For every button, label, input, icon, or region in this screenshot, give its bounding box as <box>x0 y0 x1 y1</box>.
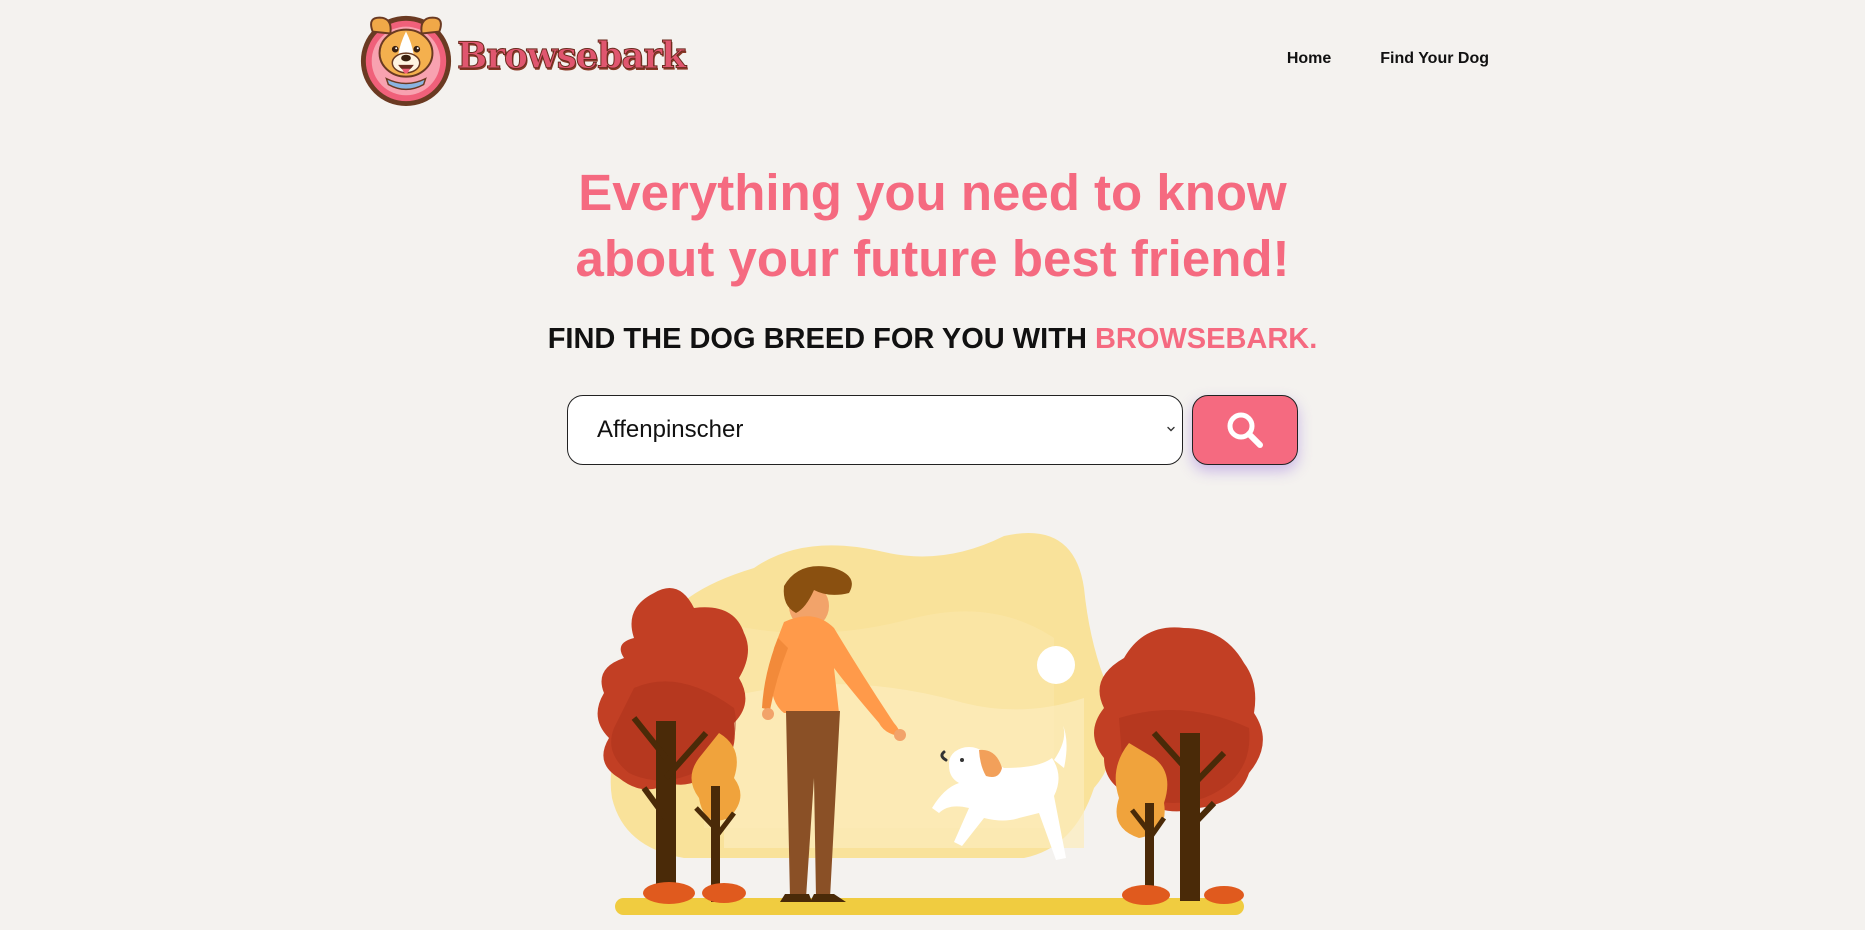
hero-subtitle: FIND THE DOG BREED FOR YOU WITH BROWSEBA… <box>0 323 1865 356</box>
nav-find-your-dog-link[interactable]: Find Your Dog <box>1380 48 1489 70</box>
hero-title: Everything you need to know about your f… <box>0 160 1865 292</box>
search-icon <box>1227 412 1263 448</box>
search-button[interactable] <box>1192 395 1298 465</box>
logo[interactable]: Browsebark <box>357 10 687 108</box>
hero-title-line-2: about your future best friend! <box>575 230 1290 287</box>
breed-select-value: Affenpinscher <box>597 416 744 443</box>
chevron-down-icon <box>1167 426 1175 432</box>
subtitle-prefix: FIND THE DOG BREED FOR YOU WITH <box>547 323 1095 355</box>
subtitle-brand: BROWSEBARK. <box>1094 323 1318 355</box>
hero-title-line-1: Everything you need to know <box>578 164 1287 221</box>
dog-logo-icon <box>360 15 452 107</box>
top-nav: Home Find Your Dog <box>1287 48 1489 70</box>
breed-search: Affenpinscher <box>567 395 1298 465</box>
nav-home-link[interactable]: Home <box>1287 48 1331 70</box>
person-walking-dog-illustration <box>597 532 1263 915</box>
logo-text: Browsebark <box>457 35 687 78</box>
breed-select[interactable]: Affenpinscher <box>567 395 1183 465</box>
